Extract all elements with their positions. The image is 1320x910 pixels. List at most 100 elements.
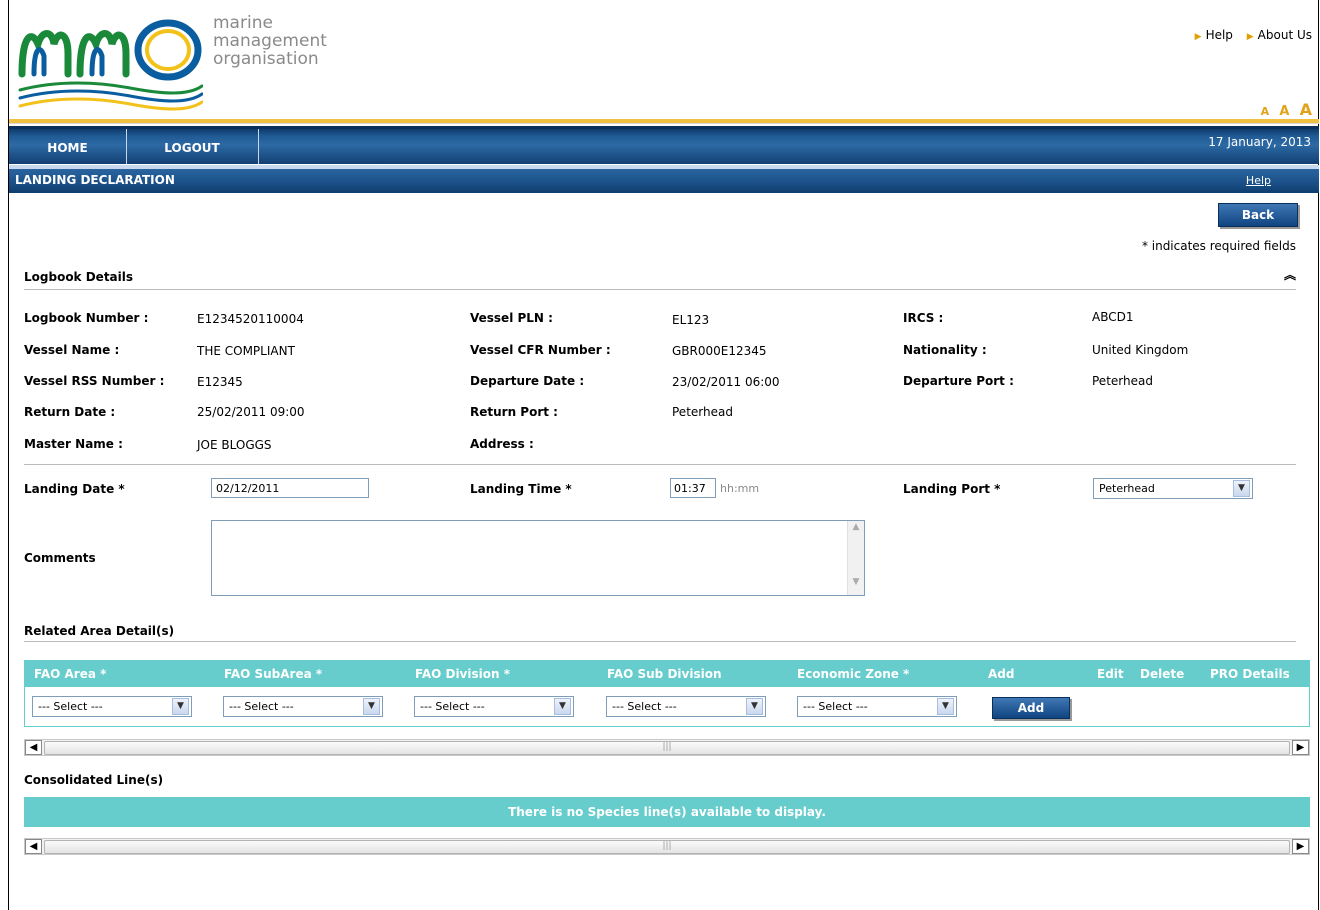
landing-time-hint: hh:mm: [720, 482, 760, 495]
scroll-left-icon[interactable]: ◀: [25, 740, 42, 755]
text-size-small[interactable]: A: [1261, 105, 1270, 118]
related-area-title: Related Area Detail(s): [24, 624, 175, 638]
col-fao-subarea: FAO SubArea *: [224, 667, 323, 681]
current-date: 17 January, 2013: [1208, 135, 1311, 149]
economic-zone-select[interactable]: --- Select --- ▼: [797, 696, 957, 717]
fao-division-select[interactable]: --- Select --- ▼: [414, 696, 574, 717]
scroll-thumb[interactable]: |||: [44, 741, 1290, 755]
arrow-icon: ▶: [1246, 32, 1254, 42]
page-title-bar: LANDING DECLARATION Help: [9, 169, 1319, 193]
back-button[interactable]: Back: [1218, 203, 1298, 227]
page-title: LANDING DECLARATION: [15, 173, 175, 187]
page-help-link[interactable]: Help: [1246, 174, 1271, 187]
chevron-down-icon[interactable]: ▼: [172, 698, 189, 715]
scroll-down-icon[interactable]: ▼: [848, 577, 864, 594]
org-name-line2: management: [213, 31, 327, 51]
vessel-name-value: THE COMPLIANT: [197, 344, 295, 358]
text-size-large[interactable]: A: [1300, 100, 1312, 119]
economic-zone-selected: --- Select ---: [803, 700, 868, 713]
vessel-cfr-label: Vessel CFR Number :: [470, 343, 611, 357]
scroll-thumb[interactable]: |||: [44, 840, 1290, 854]
logbook-details-title: Logbook Details: [24, 270, 134, 284]
logbook-number-label: Logbook Number :: [24, 311, 149, 325]
species-empty-message: There is no Species line(s) available to…: [24, 797, 1310, 827]
master-name-value: JOE BLOGGS: [197, 438, 272, 452]
collapse-icon[interactable]: ︽: [1284, 266, 1296, 283]
landing-port-select[interactable]: Peterhead ▼: [1093, 478, 1253, 499]
landing-port-selected: Peterhead: [1099, 482, 1155, 495]
scroll-left-icon[interactable]: ◀: [25, 839, 42, 854]
col-delete: Delete: [1140, 667, 1185, 681]
landing-date-label: Landing Date *: [24, 482, 125, 496]
nationality-value: United Kingdom: [1092, 343, 1189, 357]
header-grey-rule: [9, 123, 1319, 124]
nationality-label: Nationality :: [903, 343, 987, 357]
col-fao-area: FAO Area *: [34, 667, 107, 681]
org-name-line1: marine: [213, 13, 273, 33]
return-port-label: Return Port :: [470, 405, 558, 419]
landing-rule: [24, 464, 1296, 465]
departure-date-value: 23/02/2011 06:00: [672, 375, 780, 389]
chevron-down-icon[interactable]: ▼: [746, 698, 763, 715]
col-edit: Edit: [1097, 667, 1124, 681]
fao-area-select[interactable]: --- Select --- ▼: [32, 696, 192, 717]
help-link[interactable]: Help: [1206, 28, 1233, 42]
main-nav: HOME LOGOUT 17 January, 2013: [9, 126, 1319, 164]
scroll-right-icon[interactable]: ▶: [1292, 740, 1309, 755]
chevron-down-icon[interactable]: ▼: [554, 698, 571, 715]
departure-date-label: Departure Date :: [470, 374, 585, 388]
fao-division-selected: --- Select ---: [420, 700, 485, 713]
chevron-down-icon[interactable]: ▼: [363, 698, 380, 715]
fao-sub-division-selected: --- Select ---: [612, 700, 677, 713]
vessel-pln-label: Vessel PLN :: [470, 311, 553, 325]
chevron-down-icon[interactable]: ▼: [1233, 480, 1250, 497]
master-name-label: Master Name :: [24, 437, 123, 451]
consolidated-lines-title: Consolidated Line(s): [24, 773, 164, 787]
comments-label: Comments: [24, 551, 96, 565]
departure-port-label: Departure Port :: [903, 374, 1014, 388]
ircs-label: IRCS :: [903, 311, 944, 325]
mmo-logo: [18, 19, 203, 111]
landing-date-input[interactable]: [211, 478, 369, 498]
comments-textarea[interactable]: ▲ ▼: [211, 520, 865, 596]
col-economic-zone: Economic Zone *: [797, 667, 910, 681]
nav-home[interactable]: HOME: [9, 129, 127, 164]
return-date-label: Return Date :: [24, 405, 116, 419]
scroll-up-icon[interactable]: ▲: [848, 522, 864, 539]
scroll-right-icon[interactable]: ▶: [1292, 839, 1309, 854]
org-name: marine management organisation: [213, 14, 327, 68]
arrow-icon: ▶: [1194, 32, 1202, 42]
vessel-name-label: Vessel Name :: [24, 343, 120, 357]
top-links: ▶ Help ▶ About Us: [1185, 28, 1312, 42]
landing-time-input[interactable]: [670, 478, 716, 498]
consolidated-hscroll[interactable]: ◀ ||| ▶: [24, 838, 1310, 855]
col-pro-details: PRO Details: [1210, 667, 1290, 681]
fao-subarea-select[interactable]: --- Select --- ▼: [223, 696, 383, 717]
chevron-down-icon[interactable]: ▼: [937, 698, 954, 715]
col-fao-sub-division: FAO Sub Division: [607, 667, 722, 681]
comments-scrollbar[interactable]: ▲ ▼: [847, 521, 864, 595]
text-size-medium[interactable]: A: [1279, 104, 1289, 119]
fao-sub-division-select[interactable]: --- Select --- ▼: [606, 696, 766, 717]
logbook-number-value: E1234520110004: [197, 312, 304, 326]
fao-subarea-selected: --- Select ---: [229, 700, 294, 713]
address-label: Address :: [470, 437, 534, 451]
area-grid-hscroll[interactable]: ◀ ||| ▶: [24, 739, 1310, 756]
nav-logout[interactable]: LOGOUT: [126, 129, 259, 164]
vessel-pln-value: EL123: [672, 313, 710, 327]
fao-area-selected: --- Select ---: [38, 700, 103, 713]
return-date-value: 25/02/2011 09:00: [197, 405, 305, 419]
logbook-details-rule: [24, 289, 1296, 290]
org-name-line3: organisation: [213, 49, 319, 69]
vessel-cfr-value: GBR000E12345: [672, 344, 767, 358]
vessel-rss-value: E12345: [197, 375, 243, 389]
departure-port-value: Peterhead: [1092, 374, 1153, 388]
about-us-link[interactable]: About Us: [1258, 28, 1312, 42]
col-add: Add: [988, 667, 1015, 681]
add-area-button[interactable]: Add: [992, 697, 1070, 719]
required-fields-note: * indicates required fields: [1141, 239, 1296, 253]
landing-time-label: Landing Time *: [470, 482, 572, 496]
ircs-value: ABCD1: [1092, 310, 1134, 324]
text-size-controls: A A A: [1255, 100, 1312, 119]
related-area-rule: [24, 641, 1296, 642]
